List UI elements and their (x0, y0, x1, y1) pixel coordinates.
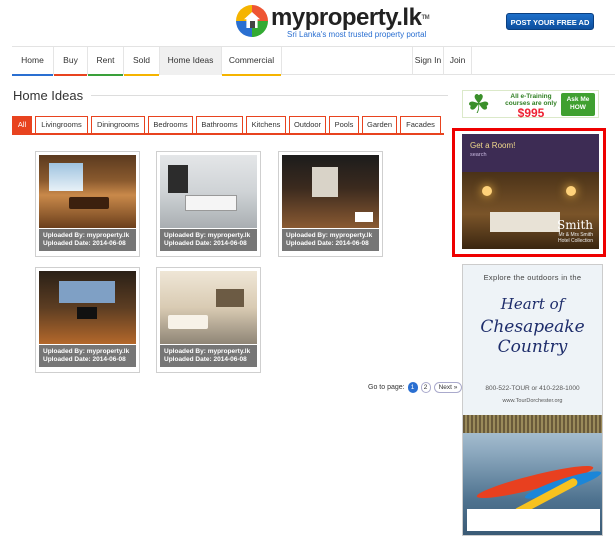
home-idea-card[interactable]: Uploaded By: myproperty.lk Uploaded Date… (278, 151, 383, 257)
uploaded-by: Uploaded By: myproperty.lk (43, 232, 130, 239)
uploaded-date: Uploaded Date: 2014-06-08 (43, 356, 126, 363)
home-idea-image[interactable] (160, 271, 257, 344)
page-1-button[interactable]: 1 (407, 381, 418, 393)
pagination-label: Go to page: (368, 383, 405, 391)
shamrock-icon: ☘ (467, 89, 491, 119)
tab-all[interactable]: All (12, 116, 32, 134)
tab-kitchens[interactable]: Kitchens (246, 116, 286, 134)
tab-diningrooms[interactable]: Diningrooms (91, 116, 145, 134)
category-tabs: All Livingrooms Diningrooms Bedrooms Bat… (12, 116, 444, 135)
hotel-brand-line2: Hotel Collection (557, 238, 593, 244)
logo-title: myproperty.lk (271, 4, 422, 31)
house-logo-icon (236, 5, 268, 37)
tourism-ad-phone: 800-522-TOUR or 410-228-1000 (485, 385, 580, 392)
card-meta: Uploaded By: myproperty.lk Uploaded Date… (282, 229, 379, 251)
nav-item-commercial[interactable]: Commercial (222, 47, 282, 76)
next-page-button[interactable]: Next » (433, 381, 463, 393)
hotel-ad-headline: Get a Room! (470, 141, 516, 150)
home-idea-card[interactable]: Uploaded By: myproperty.lk Uploaded Date… (35, 151, 140, 257)
lamp-glow (482, 186, 492, 196)
main-nav: Home Buy Rent Sold Home Ideas Commercial… (12, 46, 615, 76)
home-idea-image[interactable] (39, 155, 136, 228)
marsh-grass (463, 415, 602, 433)
lamp-glow (566, 186, 576, 196)
hotel-ad-banner[interactable]: Get a Room! search Smith Mr & Mrs Smith … (462, 134, 599, 249)
logo-tagline: Sri Lanka's most trusted property portal (287, 30, 427, 39)
nav-underline (222, 74, 281, 76)
nav-label: Commercial (228, 55, 275, 65)
nav-item-rent[interactable]: Rent (88, 47, 124, 76)
card-meta: Uploaded By: myproperty.lk Uploaded Date… (39, 229, 136, 251)
page: myproperty.lkTM Sri Lanka's most trusted… (0, 0, 615, 554)
home-idea-card[interactable]: Uploaded By: myproperty.lk Uploaded Date… (156, 151, 261, 257)
nav-underline (12, 74, 53, 76)
uploaded-by: Uploaded By: myproperty.lk (164, 348, 251, 355)
home-idea-image[interactable] (282, 155, 379, 228)
uploaded-by: Uploaded By: myproperty.lk (43, 348, 130, 355)
nav-label: Home (21, 55, 44, 65)
home-idea-image[interactable] (39, 271, 136, 344)
logo-tm: TM (421, 15, 430, 21)
nav-underline (54, 74, 87, 76)
tab-garden[interactable]: Garden (362, 116, 397, 134)
post-free-ad-button[interactable]: POST YOUR FREE AD (506, 13, 594, 30)
sponsor-logos (467, 509, 600, 531)
page-title: Home Ideas (13, 88, 84, 103)
ask-me-how-button[interactable]: Ask Me HOW (561, 93, 595, 116)
card-meta: Uploaded By: myproperty.lk Uploaded Date… (160, 345, 257, 367)
uploaded-date: Uploaded Date: 2014-06-08 (164, 240, 247, 247)
uploaded-date: Uploaded Date: 2014-06-08 (286, 240, 369, 247)
nav-item-home-ideas[interactable]: Home Ideas (160, 47, 222, 75)
page-2-button[interactable]: 2 (420, 381, 431, 393)
home-idea-card[interactable]: Uploaded By: myproperty.lk Uploaded Date… (156, 267, 261, 373)
tourism-ad-heading-2: Chesapeake Country (463, 317, 602, 357)
hotel-brand-name: Smith (557, 218, 593, 232)
tab-pools[interactable]: Pools (329, 116, 359, 134)
nav-label: Buy (63, 55, 78, 65)
bed-shape (490, 212, 560, 232)
uploaded-by: Uploaded By: myproperty.lk (286, 232, 373, 239)
tourism-ad-url[interactable]: www.TourDorchester.org (463, 398, 602, 404)
tab-bedrooms[interactable]: Bedrooms (148, 116, 193, 134)
tourism-ad-heading-2a: Chesapeake (480, 317, 585, 337)
training-ad-text: All e-Training courses are only $995 (503, 93, 559, 119)
site-logo[interactable]: myproperty.lkTM Sri Lanka's most trusted… (236, 4, 430, 41)
nav-item-home[interactable]: Home (12, 47, 54, 76)
training-ad-banner[interactable]: ☘ All e-Training courses are only $995 A… (462, 89, 599, 119)
nav-underline (124, 74, 159, 76)
tab-livingrooms[interactable]: Livingrooms (35, 116, 88, 134)
hotel-brand: Smith Mr & Mrs Smith Hotel Collection (557, 218, 593, 244)
pagination: Go to page: 1 2 Next » (368, 381, 463, 393)
uploaded-date: Uploaded Date: 2014-06-08 (164, 356, 247, 363)
join-link[interactable]: Join (444, 47, 472, 75)
hotel-ad-search[interactable]: search (470, 152, 487, 158)
tab-outdoor[interactable]: Outdoor (289, 116, 326, 134)
nav-underline (88, 74, 123, 76)
home-idea-card[interactable]: Uploaded By: myproperty.lk Uploaded Date… (35, 267, 140, 373)
nav-item-buy[interactable]: Buy (54, 47, 88, 76)
tourism-ad-heading-2b: Country (497, 337, 568, 357)
tab-bathrooms[interactable]: Bathrooms (196, 116, 243, 134)
nav-label: Home Ideas (167, 55, 214, 65)
sign-in-link[interactable]: Sign In (412, 47, 444, 75)
tourism-ad-heading-1: Heart of (500, 295, 565, 313)
tourism-ad-banner[interactable]: Explore the outdoors in the Heart of Che… (462, 264, 603, 536)
title-divider (91, 95, 448, 96)
training-ad-price: $995 (517, 106, 545, 120)
card-meta: Uploaded By: myproperty.lk Uploaded Date… (160, 229, 257, 251)
tab-facades[interactable]: Facades (400, 116, 441, 134)
nav-label: Rent (96, 55, 115, 65)
card-meta: Uploaded By: myproperty.lk Uploaded Date… (39, 345, 136, 367)
uploaded-by: Uploaded By: myproperty.lk (164, 232, 251, 239)
training-ad-line1: All e-Training (510, 93, 552, 100)
home-idea-image[interactable] (160, 155, 257, 228)
uploaded-date: Uploaded Date: 2014-06-08 (43, 240, 126, 247)
nav-item-sold[interactable]: Sold (124, 47, 160, 76)
nav-label: Sold (132, 55, 150, 65)
tourism-ad-intro: Explore the outdoors in the (483, 273, 582, 282)
